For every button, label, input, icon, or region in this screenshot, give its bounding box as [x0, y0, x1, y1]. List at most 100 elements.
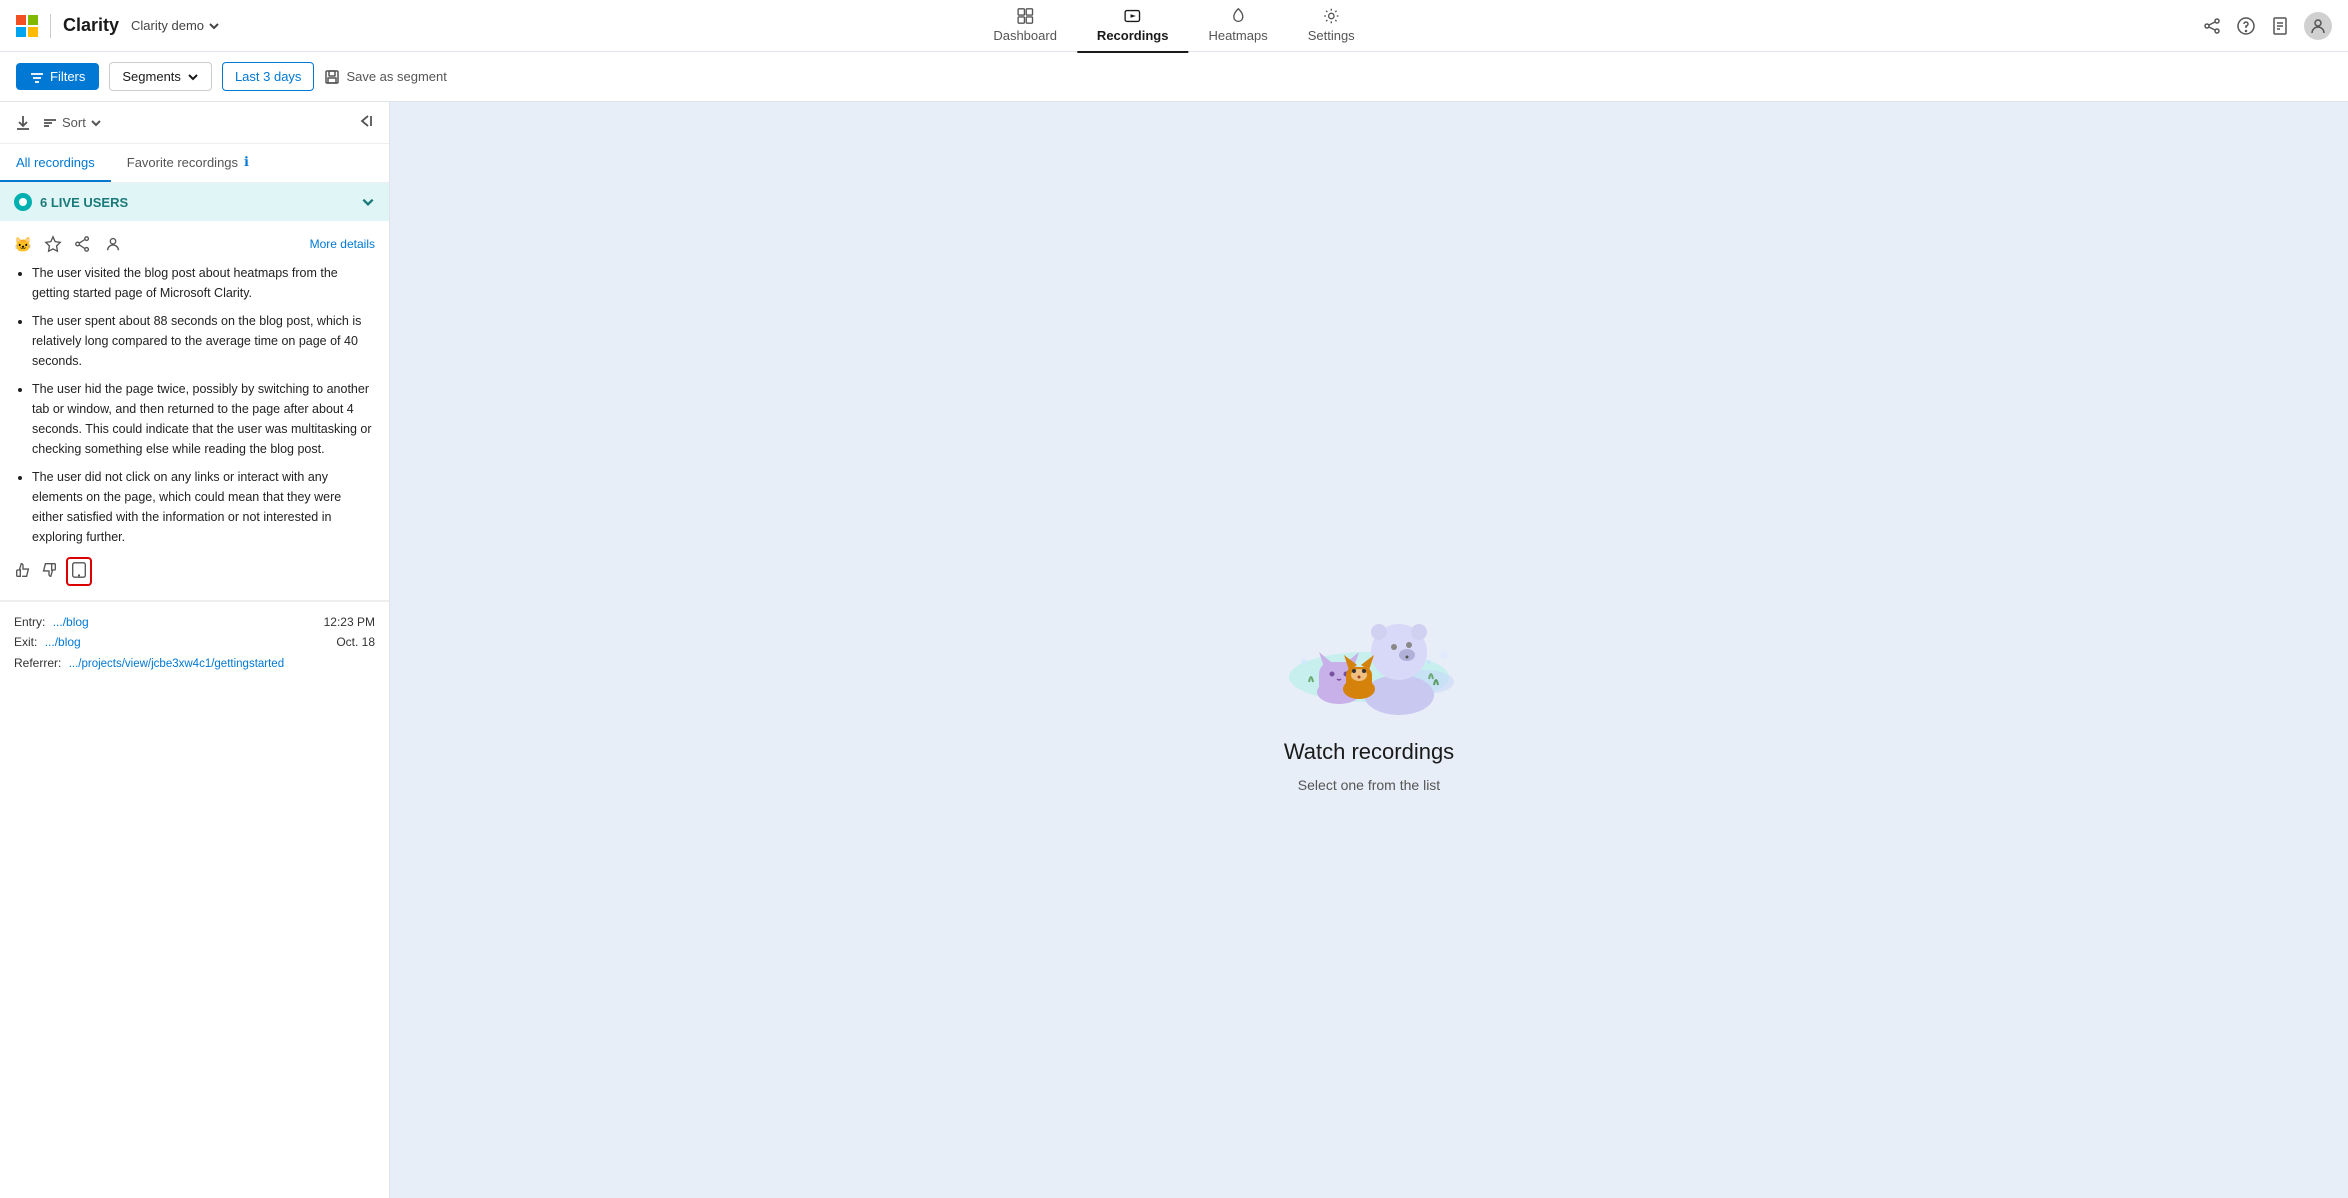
- top-navigation: Clarity Clarity demo Dashboard Recording…: [0, 0, 2348, 52]
- download-icon: [14, 114, 32, 132]
- bullet-2: The user spent about 88 seconds on the b…: [32, 311, 375, 371]
- recording-time: 12:23 PM: [324, 612, 375, 632]
- watch-illustration: [1259, 507, 1479, 727]
- bullet-3: The user hid the page twice, possibly by…: [32, 379, 375, 459]
- tablet-icon: [70, 561, 88, 579]
- sidebar: Sort All recordings Favorite recordings …: [0, 102, 390, 1198]
- live-users-label: 6 LIVE USERS: [40, 195, 128, 210]
- right-panel: Watch recordings Select one from the lis…: [390, 102, 2348, 1198]
- live-dot-inner: [19, 198, 27, 206]
- live-indicator: [14, 193, 32, 211]
- segments-button[interactable]: Segments: [109, 62, 212, 91]
- thumbs-up-button[interactable]: [14, 561, 32, 582]
- dashboard-icon: [1016, 7, 1034, 25]
- exit-value: .../blog: [45, 635, 81, 649]
- nav-recordings[interactable]: Recordings: [1077, 0, 1189, 53]
- settings-icon: [1322, 7, 1340, 25]
- star-icon[interactable]: [44, 235, 62, 253]
- filters-icon: [30, 70, 44, 84]
- filters-button[interactable]: Filters: [16, 63, 99, 90]
- sidebar-scroll-area: 6 LIVE USERS 🐱 More details The user vis…: [0, 183, 389, 1198]
- watch-title: Watch recordings: [1284, 739, 1454, 765]
- recordings-icon: [1124, 7, 1142, 25]
- live-users-bar[interactable]: 6 LIVE USERS: [0, 183, 389, 221]
- filters-label: Filters: [50, 69, 85, 84]
- entry-row: Entry: .../blog: [14, 612, 284, 632]
- document-icon[interactable]: [2270, 16, 2290, 36]
- info-icon: ℹ: [244, 154, 249, 170]
- date-range-button[interactable]: Last 3 days: [222, 62, 315, 91]
- download-button[interactable]: [14, 114, 32, 132]
- collapse-icon: [357, 112, 375, 130]
- watch-subtitle: Select one from the list: [1298, 777, 1440, 793]
- nav-dashboard-label: Dashboard: [993, 28, 1057, 43]
- user-card-icon[interactable]: [104, 235, 122, 253]
- save-segment-button[interactable]: Save as segment: [324, 69, 446, 85]
- share-card-icon[interactable]: [74, 235, 92, 253]
- save-icon: [324, 69, 340, 85]
- thinking-icon[interactable]: 🐱: [14, 235, 32, 253]
- bullet-4: The user did not click on any links or i…: [32, 467, 375, 547]
- tab-favorite-recordings[interactable]: Favorite recordings ℹ: [111, 144, 265, 182]
- nav-recordings-label: Recordings: [1097, 28, 1169, 43]
- thumbs-down-icon: [40, 561, 58, 579]
- sort-icon: [42, 115, 58, 131]
- brand-area: Clarity Clarity demo: [16, 14, 220, 38]
- user-avatar[interactable]: [2304, 12, 2332, 40]
- share-icon[interactable]: [2202, 16, 2222, 36]
- thumbs-down-button[interactable]: [40, 561, 58, 582]
- nav-divider: [50, 14, 51, 38]
- card-action-icons: 🐱 More details: [14, 235, 375, 253]
- nav-settings[interactable]: Settings: [1288, 0, 1375, 53]
- card-metadata: Entry: .../blog Exit: .../blog Referrer:…: [0, 601, 389, 684]
- date-range-label: Last 3 days: [235, 69, 302, 84]
- card-meta-left: Entry: .../blog Exit: .../blog Referrer:…: [14, 612, 284, 674]
- bullet-1: The user visited the blog post about hea…: [32, 263, 375, 303]
- main-navigation: Dashboard Recordings Heatmaps Settings: [973, 0, 1374, 53]
- referrer-row: Referrer: .../projects/view/jcbe3xw4c1/g…: [14, 653, 284, 675]
- exit-row: Exit: .../blog: [14, 632, 284, 652]
- nav-settings-label: Settings: [1308, 28, 1355, 43]
- segments-label: Segments: [122, 69, 181, 84]
- help-icon[interactable]: [2236, 16, 2256, 36]
- entry-value: .../blog: [53, 615, 89, 629]
- referrer-value: .../projects/view/jcbe3xw4c1/gettingstar…: [69, 658, 284, 670]
- nav-dashboard[interactable]: Dashboard: [973, 0, 1077, 53]
- exit-label: Exit:: [14, 635, 37, 649]
- more-details-link[interactable]: More details: [310, 237, 375, 251]
- collapse-sidebar-button[interactable]: [357, 112, 375, 133]
- svg-text:🐱: 🐱: [14, 236, 32, 253]
- heatmaps-icon: [1229, 7, 1247, 25]
- referrer-label: Referrer:: [14, 656, 61, 670]
- live-chevron-icon: [361, 195, 375, 209]
- card-meta-time: 12:23 PM Oct. 18: [324, 612, 375, 674]
- topnav-right-actions: [2202, 12, 2332, 40]
- nav-heatmaps[interactable]: Heatmaps: [1188, 0, 1287, 53]
- recording-bullets: The user visited the blog post about hea…: [14, 263, 375, 547]
- feedback-buttons: [14, 557, 375, 586]
- recording-date: Oct. 18: [324, 632, 375, 652]
- project-selector[interactable]: Clarity demo: [131, 18, 220, 33]
- sort-label: Sort: [62, 115, 86, 130]
- sort-button[interactable]: Sort: [42, 115, 102, 131]
- segments-chevron-icon: [187, 71, 199, 83]
- sidebar-controls: Sort: [0, 102, 389, 144]
- sort-chevron-icon: [90, 117, 102, 129]
- microsoft-logo: [16, 15, 38, 37]
- card-meta-row: Entry: .../blog Exit: .../blog Referrer:…: [14, 612, 375, 674]
- live-badge: 6 LIVE USERS: [14, 193, 128, 211]
- thumbs-up-icon: [14, 561, 32, 579]
- clarity-brand: Clarity: [63, 15, 119, 36]
- tab-all-recordings[interactable]: All recordings: [0, 144, 111, 182]
- tab-all-label: All recordings: [16, 155, 95, 170]
- main-content: Sort All recordings Favorite recordings …: [0, 102, 2348, 1198]
- avatar-icon: [2308, 16, 2328, 36]
- recording-card: 🐱 More details The user visited the blog…: [0, 221, 389, 601]
- chevron-down-icon: [208, 20, 220, 32]
- recording-tabs: All recordings Favorite recordings ℹ: [0, 144, 389, 183]
- toolbar: Filters Segments Last 3 days Save as seg…: [0, 52, 2348, 102]
- tablet-icon-button[interactable]: [66, 557, 92, 586]
- entry-label: Entry:: [14, 615, 45, 629]
- project-name: Clarity demo: [131, 18, 204, 33]
- save-label: Save as segment: [346, 69, 446, 84]
